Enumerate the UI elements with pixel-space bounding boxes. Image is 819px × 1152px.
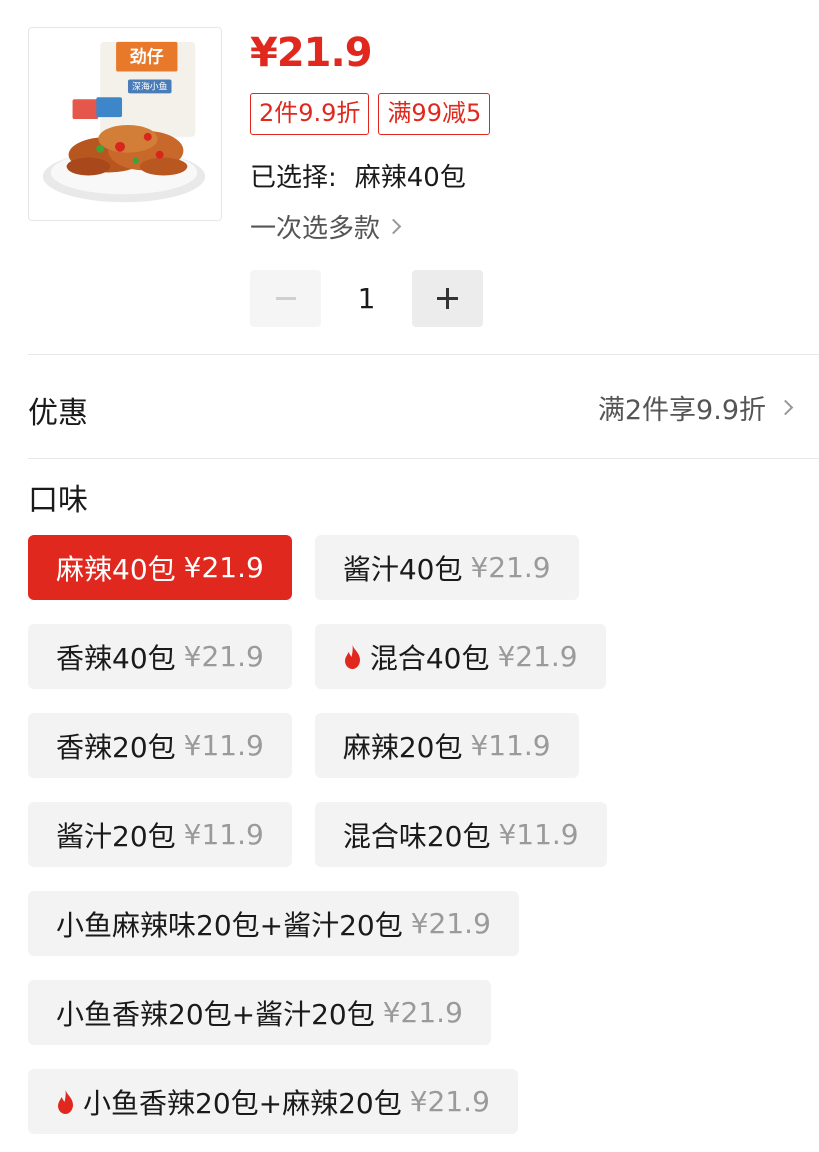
option-name: 混合40包 (369, 641, 490, 675)
option-price: ¥21.9 (497, 640, 578, 673)
selected-variant: 已选择: 麻辣40包 (250, 157, 466, 194)
discount-label: 优惠 (28, 396, 88, 431)
product-price: ¥21.9 (250, 30, 373, 76)
promotion-tags: 2件9.9折 满99减5 (250, 93, 491, 135)
flavor-option[interactable]: 麻辣40包 ¥21.9 (28, 535, 292, 600)
quantity-value[interactable]: 1 (321, 282, 412, 315)
promo-tag-discount: 2件9.9折 (250, 93, 370, 135)
option-price: ¥21.9 (409, 1085, 490, 1118)
option-name: 麻辣40包 (56, 552, 176, 586)
flavor-section-label: 口味 (28, 483, 88, 518)
option-name: 小鱼香辣20包+酱汁20包 (56, 997, 375, 1031)
option-price: ¥21.9 (183, 640, 264, 673)
quantity-stepper: 1 (250, 270, 483, 327)
flavor-option[interactable]: 酱汁40包 ¥21.9 (314, 535, 579, 600)
option-name: 小鱼香辣20包+麻辣20包 (83, 1086, 402, 1120)
option-name: 香辣40包 (56, 641, 176, 675)
option-price: ¥11.9 (183, 818, 264, 851)
multi-select-label: 一次选多款 (250, 214, 381, 244)
discount-value: 满2件享9.9折 (597, 395, 766, 426)
flavor-option[interactable]: 香辣40包 ¥21.9 (28, 624, 292, 689)
divider (28, 458, 819, 459)
flavor-option[interactable]: 麻辣20包 ¥11.9 (314, 713, 579, 778)
option-price: ¥21.9 (470, 551, 551, 584)
package-subtitle-text: 深海小鱼 (132, 80, 168, 92)
package-brand-text: 劲仔 (129, 47, 164, 67)
chevron-right-icon (777, 399, 794, 416)
flavor-option[interactable]: 混合味20包 ¥11.9 (314, 802, 607, 867)
option-name: 混合味20包 (342, 819, 491, 853)
selected-value: 麻辣40包 (354, 163, 466, 193)
flavor-option[interactable]: 香辣20包 ¥11.9 (28, 713, 292, 778)
fish-snack-package-image: 劲仔 深海小鱼 (29, 28, 221, 220)
option-name: 小鱼麻辣味20包+酱汁20包 (56, 908, 403, 942)
product-thumbnail[interactable]: 劲仔 深海小鱼 (28, 27, 222, 221)
discount-row[interactable]: 满2件享9.9折 (597, 388, 794, 427)
flavor-options: 麻辣40包 ¥21.9 酱汁40包 ¥21.9 香辣40包 ¥21.9 混合40包 ¥2… (28, 535, 808, 1152)
selected-label: 已选择: (250, 163, 337, 193)
option-price: ¥21.9 (410, 907, 491, 940)
increase-quantity-button[interactable] (412, 270, 483, 327)
option-price: ¥11.9 (183, 729, 264, 762)
flavor-option[interactable]: 酱汁20包 ¥11.9 (28, 802, 292, 867)
flame-icon (58, 1089, 73, 1114)
option-price: ¥11.9 (498, 818, 579, 851)
option-name: 酱汁20包 (56, 819, 176, 853)
decrease-quantity-button[interactable] (250, 270, 321, 327)
chevron-right-icon (385, 218, 402, 235)
option-price: ¥11.9 (470, 729, 551, 762)
flame-icon (344, 644, 360, 669)
option-name: 酱汁40包 (342, 552, 463, 586)
promo-tag-full-reduction: 满99减5 (378, 93, 491, 135)
option-price: ¥21.9 (382, 996, 463, 1029)
flavor-option[interactable]: 小鱼麻辣味20包+酱汁20包 ¥21.9 (28, 891, 519, 956)
flavor-option[interactable]: 小鱼香辣20包+麻辣20包 ¥21.9 (28, 1069, 518, 1134)
option-price: ¥21.9 (183, 551, 264, 584)
flavor-option[interactable]: 小鱼香辣20包+酱汁20包 ¥21.9 (28, 980, 491, 1045)
divider (28, 354, 819, 355)
multi-select-link[interactable]: 一次选多款 (250, 208, 402, 245)
option-name: 麻辣20包 (342, 730, 463, 764)
flavor-option[interactable]: 混合40包 ¥21.9 (314, 624, 606, 689)
option-name: 香辣20包 (56, 730, 176, 764)
